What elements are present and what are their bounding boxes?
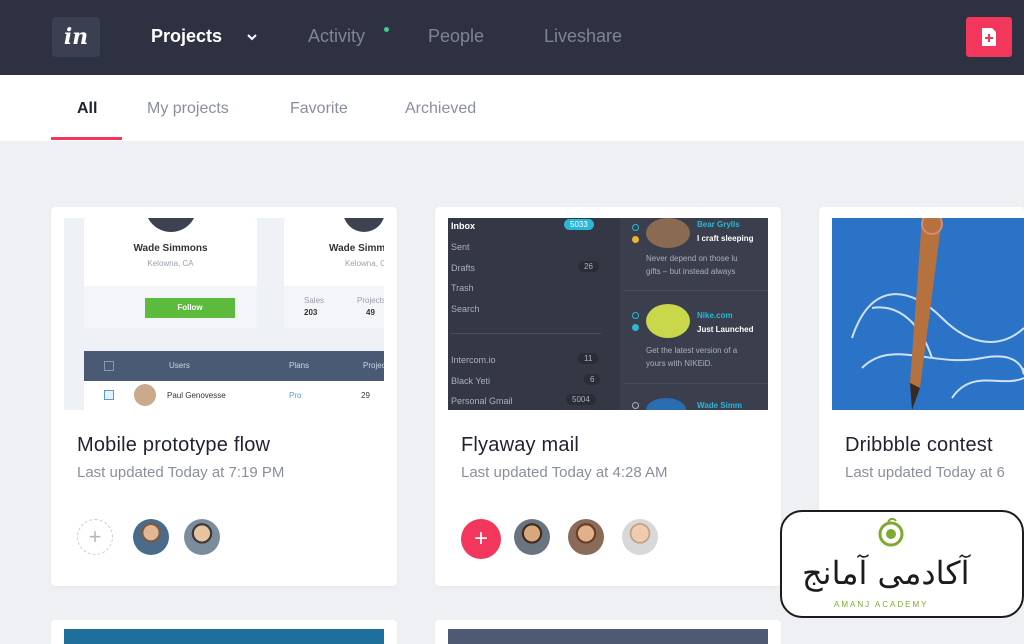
message-sender: Bear Grylls <box>697 220 740 229</box>
folder-inbox: Inbox <box>451 221 475 231</box>
profile-card-preview-2: Wade Simm Kelowna, C Sales 203 Projects … <box>284 218 384 328</box>
project-card-mobile-prototype[interactable]: Wade Simmons Kelowna, CA Follow Wade Sim… <box>51 207 397 586</box>
message-preview: Never depend on those lu <box>646 254 738 263</box>
collaborator-avatar[interactable] <box>133 519 169 555</box>
top-nav: in Projects Activity People Liveshare <box>0 0 1024 75</box>
projects-value: 49 <box>366 308 375 317</box>
project-thumbnail: Wade Simmons Kelowna, CA Follow Wade Sim… <box>64 218 384 410</box>
message-preview: yours with NIKEiD. <box>646 359 713 368</box>
table-header-preview: Users Plans Projec <box>84 351 384 381</box>
row-name: Paul Genovesse <box>167 391 226 400</box>
project-thumbnail <box>832 218 1024 410</box>
collaborator-avatar[interactable] <box>622 519 658 555</box>
row-count: 29 <box>361 391 370 400</box>
project-card-preview[interactable] <box>435 620 781 644</box>
active-tab-indicator <box>51 137 122 140</box>
profile-avatar <box>145 218 197 232</box>
folder-drafts: Drafts <box>451 263 476 273</box>
project-last-updated: Last updated Today at 7:19 PM <box>77 464 285 481</box>
pencil-illustration <box>851 218 1024 410</box>
message-preview: gifts – but instead always <box>646 267 736 276</box>
lightbulb-logo-icon <box>878 518 904 547</box>
collaborator-avatar[interactable] <box>568 519 604 555</box>
col-users: Users <box>169 361 190 370</box>
avatar <box>646 218 690 248</box>
project-title[interactable]: Flyaway mail <box>461 434 579 457</box>
mail-sidebar-preview: Inbox 5033 Sent Drafts 26 Trash Search I… <box>448 218 620 410</box>
invision-logo[interactable]: in <box>52 17 100 57</box>
folder-trash: Trash <box>451 283 474 293</box>
follow-button: Follow <box>145 298 235 318</box>
watermark-subtitle: AMANJ ACADEMY <box>834 600 929 609</box>
watermark-text: آکادمی آمانج <box>802 554 970 592</box>
message-preview: Get the latest version of a <box>646 346 738 355</box>
nav-projects[interactable]: Projects <box>151 26 222 47</box>
avatar <box>134 384 156 406</box>
tab-archieved[interactable]: Archieved <box>405 100 476 118</box>
filter-tabs: All My projects Favorite Archieved <box>0 75 1024 141</box>
chevron-down-icon[interactable] <box>245 30 259 44</box>
folder-count: 5033 <box>564 219 594 230</box>
activity-indicator-dot <box>384 27 389 32</box>
folder-intercom: Intercom.io <box>451 355 496 365</box>
message-subject: Just Launched <box>697 325 754 334</box>
project-last-updated: Last updated Today at 6 <box>845 464 1005 481</box>
profile-location: Kelowna, CA <box>147 259 194 268</box>
folder-black-yeti: Black Yeti <box>451 376 491 386</box>
message-sender: Nike.com <box>697 311 733 320</box>
folder-count: 26 <box>578 261 599 272</box>
project-thumbnail: Inbox 5033 Sent Drafts 26 Trash Search I… <box>448 218 768 410</box>
profile-name: Wade Simm <box>329 243 384 254</box>
add-collaborator-button[interactable]: + <box>77 519 113 555</box>
project-title[interactable]: Mobile prototype flow <box>77 434 270 457</box>
profile-card-preview: Wade Simmons Kelowna, CA Follow <box>84 218 257 328</box>
nav-people[interactable]: People <box>428 26 484 47</box>
tab-favorite[interactable]: Favorite <box>290 100 348 118</box>
folder-personal-gmail: Personal Gmail <box>451 396 513 406</box>
sales-label: Sales <box>304 296 325 305</box>
profile-name: Wade Simmons <box>133 243 208 254</box>
folder-sent: Sent <box>451 242 470 252</box>
project-last-updated: Last updated Today at 4:28 AM <box>461 464 668 481</box>
add-collaborator-button[interactable]: + <box>461 519 501 559</box>
row-plan: Pro <box>289 391 302 400</box>
project-title[interactable]: Dribbble contest <box>845 434 993 457</box>
new-document-icon <box>982 28 996 46</box>
folder-count: 5004 <box>566 394 596 405</box>
tab-my-projects[interactable]: My projects <box>147 100 229 118</box>
project-card-preview[interactable] <box>51 620 397 644</box>
nav-liveshare[interactable]: Liveshare <box>544 26 622 47</box>
projects-label: Projects <box>357 296 384 305</box>
nav-activity[interactable]: Activity <box>308 26 365 47</box>
amanj-academy-watermark: آکادمی آمانج AMANJ ACADEMY <box>780 510 1024 618</box>
nike-avatar <box>646 304 690 338</box>
collaborator-avatar[interactable] <box>514 519 550 555</box>
new-project-button[interactable] <box>966 17 1012 57</box>
folder-search: Search <box>451 304 480 314</box>
profile-avatar <box>343 218 384 232</box>
message-sender: Wade Simm <box>697 401 743 410</box>
folder-count: 11 <box>578 353 599 364</box>
col-plans: Plans <box>289 361 310 370</box>
col-projects: Projec <box>363 361 384 370</box>
message-subject: I craft sleeping <box>697 234 754 243</box>
table-row-preview: Paul Genovesse Pro 29 <box>84 381 384 410</box>
profile-location: Kelowna, C <box>345 259 384 268</box>
collaborator-avatar[interactable] <box>184 519 220 555</box>
tab-all[interactable]: All <box>77 100 97 118</box>
folder-count: 6 <box>584 374 601 385</box>
project-card-flyaway-mail[interactable]: Inbox 5033 Sent Drafts 26 Trash Search I… <box>435 207 781 586</box>
sales-value: 203 <box>304 308 318 317</box>
